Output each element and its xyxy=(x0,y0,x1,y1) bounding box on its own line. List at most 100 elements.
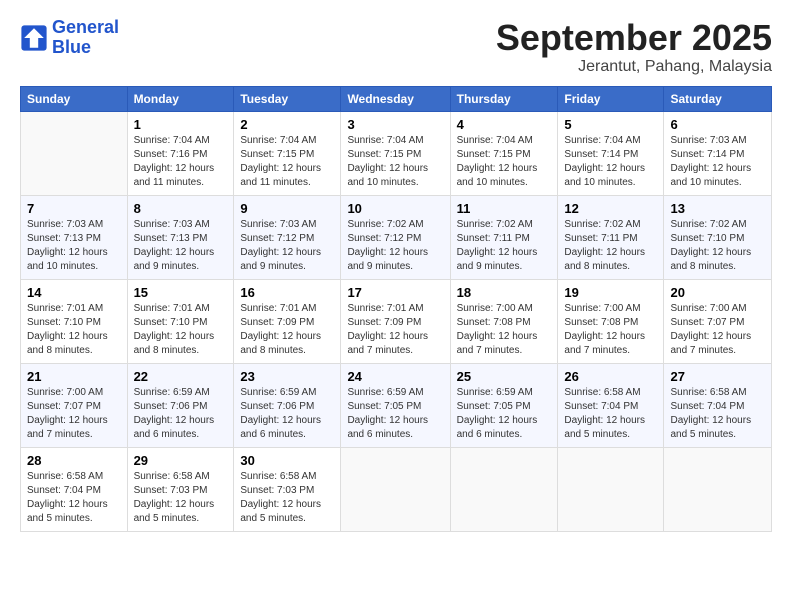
day-info: Sunrise: 6:58 AMSunset: 7:03 PMDaylight:… xyxy=(240,470,334,526)
day-info: Sunrise: 7:01 AMSunset: 7:10 PMDaylight:… xyxy=(134,302,228,358)
day-header-friday: Friday xyxy=(558,86,664,111)
day-number: 13 xyxy=(670,201,765,216)
calendar-cell xyxy=(450,447,558,531)
calendar-cell: 21Sunrise: 7:00 AMSunset: 7:07 PMDayligh… xyxy=(21,363,128,447)
day-info: Sunrise: 7:04 AMSunset: 7:15 PMDaylight:… xyxy=(347,134,443,190)
day-info: Sunrise: 7:03 AMSunset: 7:14 PMDaylight:… xyxy=(670,134,765,190)
day-number: 1 xyxy=(134,117,228,132)
logo: General Blue xyxy=(20,18,119,58)
day-header-tuesday: Tuesday xyxy=(234,86,341,111)
day-number: 7 xyxy=(27,201,121,216)
title-area: September 2025 Jerantut, Pahang, Malaysi… xyxy=(496,18,772,76)
day-number: 3 xyxy=(347,117,443,132)
day-number: 17 xyxy=(347,285,443,300)
day-info: Sunrise: 6:58 AMSunset: 7:04 PMDaylight:… xyxy=(564,386,657,442)
day-header-thursday: Thursday xyxy=(450,86,558,111)
logo-icon xyxy=(20,24,48,52)
day-header-monday: Monday xyxy=(127,86,234,111)
day-info: Sunrise: 7:00 AMSunset: 7:07 PMDaylight:… xyxy=(27,386,121,442)
day-number: 28 xyxy=(27,453,121,468)
calendar-cell: 17 Sunrise: 7:01 AMSunset: 7:09 PMDayligh… xyxy=(341,279,450,363)
calendar-cell: 14 Sunrise: 7:01 AMSunset: 7:10 PMDayligh… xyxy=(21,279,128,363)
calendar-cell: 7 Sunrise: 7:03 AMSunset: 7:13 PMDaylight… xyxy=(21,195,128,279)
calendar-week-row: 21Sunrise: 7:00 AMSunset: 7:07 PMDayligh… xyxy=(21,363,772,447)
day-number: 23 xyxy=(240,369,334,384)
day-number: 24 xyxy=(347,369,443,384)
calendar-cell: 22 Sunrise: 6:59 AMSunset: 7:06 PMDayligh… xyxy=(127,363,234,447)
day-info: Sunrise: 7:03 AMSunset: 7:13 PMDaylight:… xyxy=(134,218,228,274)
day-info: Sunrise: 6:58 AMSunset: 7:04 PMDaylight:… xyxy=(27,470,121,526)
day-info: Sunrise: 6:59 AMSunset: 7:06 PMDaylight:… xyxy=(134,386,228,442)
day-info: Sunrise: 6:58 AMSunset: 7:03 PMDaylight:… xyxy=(134,470,228,526)
day-number: 16 xyxy=(240,285,334,300)
day-info: Sunrise: 7:01 AMSunset: 7:10 PMDaylight:… xyxy=(27,302,121,358)
calendar-cell: 26 Sunrise: 6:58 AMSunset: 7:04 PMDayligh… xyxy=(558,363,664,447)
calendar-cell: 10Sunrise: 7:02 AMSunset: 7:12 PMDayligh… xyxy=(341,195,450,279)
calendar-cell xyxy=(341,447,450,531)
day-info: Sunrise: 6:58 AMSunset: 7:04 PMDaylight:… xyxy=(670,386,765,442)
calendar-cell: 16Sunrise: 7:01 AMSunset: 7:09 PMDayligh… xyxy=(234,279,341,363)
calendar-cell: 23 Sunrise: 6:59 AMSunset: 7:06 PMDayligh… xyxy=(234,363,341,447)
day-info: Sunrise: 6:59 AMSunset: 7:05 PMDaylight:… xyxy=(457,386,552,442)
day-number: 2 xyxy=(240,117,334,132)
calendar-table: SundayMondayTuesdayWednesdayThursdayFrid… xyxy=(20,86,772,532)
calendar-cell: 5 Sunrise: 7:04 AMSunset: 7:14 PMDaylight… xyxy=(558,111,664,195)
day-number: 5 xyxy=(564,117,657,132)
day-info: Sunrise: 7:01 AMSunset: 7:09 PMDaylight:… xyxy=(347,302,443,358)
calendar-cell: 30 Sunrise: 6:58 AMSunset: 7:03 PMDayligh… xyxy=(234,447,341,531)
calendar-cell: 8 Sunrise: 7:03 AMSunset: 7:13 PMDaylight… xyxy=(127,195,234,279)
day-info: Sunrise: 7:04 AMSunset: 7:15 PMDaylight:… xyxy=(240,134,334,190)
day-header-sunday: Sunday xyxy=(21,86,128,111)
day-number: 8 xyxy=(134,201,228,216)
calendar-cell: 4Sunrise: 7:04 AMSunset: 7:15 PMDaylight… xyxy=(450,111,558,195)
month-title: September 2025 xyxy=(496,18,772,58)
day-number: 27 xyxy=(670,369,765,384)
day-number: 18 xyxy=(457,285,552,300)
calendar-cell: 9 Sunrise: 7:03 AMSunset: 7:12 PMDaylight… xyxy=(234,195,341,279)
day-info: Sunrise: 7:04 AMSunset: 7:14 PMDaylight:… xyxy=(564,134,657,190)
calendar-cell: 28 Sunrise: 6:58 AMSunset: 7:04 PMDayligh… xyxy=(21,447,128,531)
day-info: Sunrise: 7:00 AMSunset: 7:07 PMDaylight:… xyxy=(670,302,765,358)
day-info: Sunrise: 7:03 AMSunset: 7:12 PMDaylight:… xyxy=(240,218,334,274)
day-number: 22 xyxy=(134,369,228,384)
logo-text1: General xyxy=(52,18,119,38)
day-info: Sunrise: 7:00 AMSunset: 7:08 PMDaylight:… xyxy=(564,302,657,358)
calendar-cell: 18 Sunrise: 7:00 AMSunset: 7:08 PMDayligh… xyxy=(450,279,558,363)
calendar-cell: 15 Sunrise: 7:01 AMSunset: 7:10 PMDayligh… xyxy=(127,279,234,363)
calendar-cell: 24 Sunrise: 6:59 AMSunset: 7:05 PMDayligh… xyxy=(341,363,450,447)
logo-text: General Blue xyxy=(52,18,119,58)
calendar-week-row: 28 Sunrise: 6:58 AMSunset: 7:04 PMDayligh… xyxy=(21,447,772,531)
day-header-wednesday: Wednesday xyxy=(341,86,450,111)
day-info: Sunrise: 7:02 AMSunset: 7:12 PMDaylight:… xyxy=(347,218,443,274)
day-number: 4 xyxy=(457,117,552,132)
day-number: 20 xyxy=(670,285,765,300)
logo-text2: Blue xyxy=(52,37,91,57)
calendar-cell: 29 Sunrise: 6:58 AMSunset: 7:03 PMDayligh… xyxy=(127,447,234,531)
page: General Blue September 2025 Jerantut, Pa… xyxy=(0,0,792,612)
day-number: 26 xyxy=(564,369,657,384)
day-number: 30 xyxy=(240,453,334,468)
day-number: 9 xyxy=(240,201,334,216)
day-number: 6 xyxy=(670,117,765,132)
day-header-saturday: Saturday xyxy=(664,86,772,111)
day-number: 14 xyxy=(27,285,121,300)
day-info: Sunrise: 7:00 AMSunset: 7:08 PMDaylight:… xyxy=(457,302,552,358)
day-number: 15 xyxy=(134,285,228,300)
calendar-cell: 27 Sunrise: 6:58 AMSunset: 7:04 PMDayligh… xyxy=(664,363,772,447)
calendar-cell: 3 Sunrise: 7:04 AMSunset: 7:15 PMDaylight… xyxy=(341,111,450,195)
day-info: Sunrise: 7:03 AMSunset: 7:13 PMDaylight:… xyxy=(27,218,121,274)
calendar-cell: 13 Sunrise: 7:02 AMSunset: 7:10 PMDayligh… xyxy=(664,195,772,279)
day-number: 29 xyxy=(134,453,228,468)
day-number: 12 xyxy=(564,201,657,216)
calendar-header-row: SundayMondayTuesdayWednesdayThursdayFrid… xyxy=(21,86,772,111)
calendar-cell: 20 Sunrise: 7:00 AMSunset: 7:07 PMDayligh… xyxy=(664,279,772,363)
day-info: Sunrise: 6:59 AMSunset: 7:05 PMDaylight:… xyxy=(347,386,443,442)
calendar-week-row: 1Sunrise: 7:04 AMSunset: 7:16 PMDaylight… xyxy=(21,111,772,195)
calendar-cell: 25Sunrise: 6:59 AMSunset: 7:05 PMDayligh… xyxy=(450,363,558,447)
calendar-cell: 19Sunrise: 7:00 AMSunset: 7:08 PMDayligh… xyxy=(558,279,664,363)
day-info: Sunrise: 7:02 AMSunset: 7:10 PMDaylight:… xyxy=(670,218,765,274)
day-info: Sunrise: 6:59 AMSunset: 7:06 PMDaylight:… xyxy=(240,386,334,442)
calendar-cell: 1Sunrise: 7:04 AMSunset: 7:16 PMDaylight… xyxy=(127,111,234,195)
day-info: Sunrise: 7:02 AMSunset: 7:11 PMDaylight:… xyxy=(457,218,552,274)
calendar-cell xyxy=(558,447,664,531)
